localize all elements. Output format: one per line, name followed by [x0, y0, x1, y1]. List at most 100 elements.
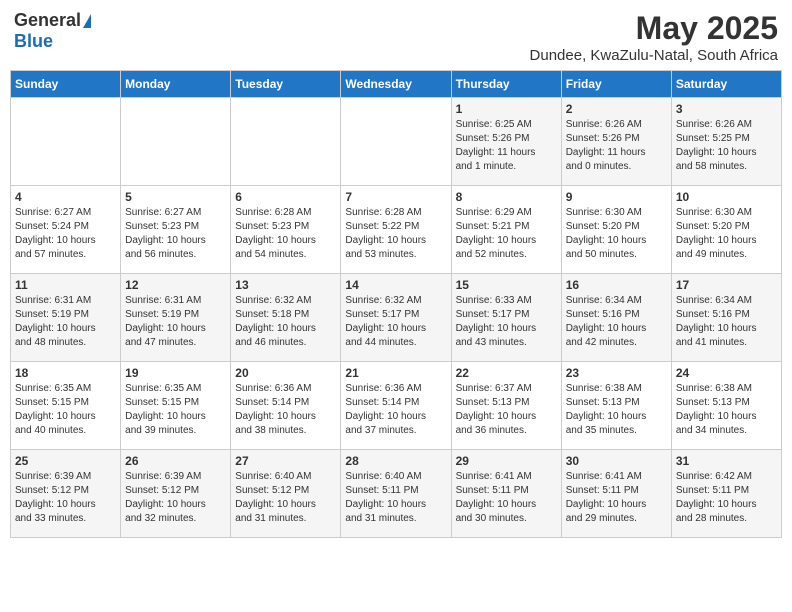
calendar-cell: 11 Sunrise: 6:31 AM Sunset: 5:19 PM Dayli… [11, 274, 121, 362]
day-info: Sunrise: 6:39 AM Sunset: 5:12 PM Dayligh… [15, 470, 116, 526]
week-row-5: 25 Sunrise: 6:39 AM Sunset: 5:12 PM Dayli… [11, 450, 782, 538]
calendar-cell: 23Sunrise: 6:38 AM Sunset: 5:13 PM Dayli… [561, 362, 671, 450]
logo-blue-text: Blue [14, 31, 53, 51]
week-row-1: 1Sunrise: 6:25 AM Sunset: 5:26 PM Daylig… [11, 98, 782, 186]
day-number: 25 [15, 454, 116, 468]
calendar-cell: 28Sunrise: 6:40 AM Sunset: 5:11 PM Dayli… [341, 450, 451, 538]
day-number: 5 [125, 190, 226, 204]
calendar-cell: 14 Sunrise: 6:32 AM Sunset: 5:17 PM Dayli… [341, 274, 451, 362]
day-number: 17 [676, 278, 777, 292]
day-info: Sunrise: 6:39 AM Sunset: 5:12 PM Dayligh… [125, 470, 226, 526]
calendar-cell: 17Sunrise: 6:34 AM Sunset: 5:16 PM Dayli… [671, 274, 781, 362]
day-info: Sunrise: 6:32 AM Sunset: 5:17 PM Dayligh… [345, 294, 446, 350]
calendar-cell: 24 Sunrise: 6:38 AM Sunset: 5:13 PM Dayli… [671, 362, 781, 450]
calendar-cell: 20 Sunrise: 6:36 AM Sunset: 5:14 PM Dayli… [231, 362, 341, 450]
calendar-table: SundayMondayTuesdayWednesdayThursdayFrid… [10, 70, 782, 538]
calendar-cell: 9 Sunrise: 6:30 AM Sunset: 5:20 PM Daylig… [561, 186, 671, 274]
title-area: May 2025 Dundee, KwaZulu-Natal, South Af… [530, 10, 778, 64]
calendar-cell: 4 Sunrise: 6:27 AM Sunset: 5:24 PM Daylig… [11, 186, 121, 274]
calendar-cell: 1Sunrise: 6:25 AM Sunset: 5:26 PM Daylig… [451, 98, 561, 186]
day-number: 31 [676, 454, 777, 468]
day-info: Sunrise: 6:36 AM Sunset: 5:14 PM Dayligh… [235, 382, 336, 438]
day-number: 14 [345, 278, 446, 292]
day-info: Sunrise: 6:38 AM Sunset: 5:13 PM Dayligh… [676, 382, 777, 438]
day-number: 22 [456, 366, 557, 380]
day-info: Sunrise: 6:26 AM Sunset: 5:26 PM Dayligh… [566, 118, 667, 174]
calendar-cell: 22 Sunrise: 6:37 AM Sunset: 5:13 PM Dayli… [451, 362, 561, 450]
day-number: 20 [235, 366, 336, 380]
calendar-cell: 16 Sunrise: 6:34 AM Sunset: 5:16 PM Dayli… [561, 274, 671, 362]
header-friday: Friday [561, 71, 671, 98]
logo-triangle-icon [83, 14, 91, 28]
calendar-cell: 6 Sunrise: 6:28 AM Sunset: 5:23 PM Daylig… [231, 186, 341, 274]
day-info: Sunrise: 6:35 AM Sunset: 5:15 PM Dayligh… [15, 382, 116, 438]
calendar-header-row: SundayMondayTuesdayWednesdayThursdayFrid… [11, 71, 782, 98]
day-info: Sunrise: 6:31 AM Sunset: 5:19 PM Dayligh… [125, 294, 226, 350]
day-number: 29 [456, 454, 557, 468]
day-info: Sunrise: 6:32 AM Sunset: 5:18 PM Dayligh… [235, 294, 336, 350]
day-number: 4 [15, 190, 116, 204]
day-number: 30 [566, 454, 667, 468]
day-number: 2 [566, 102, 667, 116]
day-info: Sunrise: 6:42 AM Sunset: 5:11 PM Dayligh… [676, 470, 777, 526]
header-thursday: Thursday [451, 71, 561, 98]
calendar-cell: 3Sunrise: 6:26 AM Sunset: 5:25 PM Daylig… [671, 98, 781, 186]
calendar-cell: 29Sunrise: 6:41 AM Sunset: 5:11 PM Dayli… [451, 450, 561, 538]
calendar-cell: 8 Sunrise: 6:29 AM Sunset: 5:21 PM Daylig… [451, 186, 561, 274]
day-info: Sunrise: 6:40 AM Sunset: 5:12 PM Dayligh… [235, 470, 336, 526]
header-saturday: Saturday [671, 71, 781, 98]
week-row-3: 11 Sunrise: 6:31 AM Sunset: 5:19 PM Dayli… [11, 274, 782, 362]
day-number: 18 [15, 366, 116, 380]
day-info: Sunrise: 6:26 AM Sunset: 5:25 PM Dayligh… [676, 118, 777, 174]
day-number: 16 [566, 278, 667, 292]
day-info: Sunrise: 6:27 AM Sunset: 5:23 PM Dayligh… [125, 206, 226, 262]
day-info: Sunrise: 6:41 AM Sunset: 5:11 PM Dayligh… [566, 470, 667, 526]
calendar-cell: 10Sunrise: 6:30 AM Sunset: 5:20 PM Dayli… [671, 186, 781, 274]
calendar-cell [11, 98, 121, 186]
calendar-cell: 2 Sunrise: 6:26 AM Sunset: 5:26 PM Daylig… [561, 98, 671, 186]
day-info: Sunrise: 6:37 AM Sunset: 5:13 PM Dayligh… [456, 382, 557, 438]
day-number: 10 [676, 190, 777, 204]
calendar-cell: 25 Sunrise: 6:39 AM Sunset: 5:12 PM Dayli… [11, 450, 121, 538]
day-number: 1 [456, 102, 557, 116]
calendar-cell: 5 Sunrise: 6:27 AM Sunset: 5:23 PM Daylig… [121, 186, 231, 274]
header-tuesday: Tuesday [231, 71, 341, 98]
calendar-cell: 7Sunrise: 6:28 AM Sunset: 5:22 PM Daylig… [341, 186, 451, 274]
day-info: Sunrise: 6:38 AM Sunset: 5:13 PM Dayligh… [566, 382, 667, 438]
calendar-cell: 31 Sunrise: 6:42 AM Sunset: 5:11 PM Dayli… [671, 450, 781, 538]
header-sunday: Sunday [11, 71, 121, 98]
day-number: 24 [676, 366, 777, 380]
calendar-cell [231, 98, 341, 186]
day-number: 27 [235, 454, 336, 468]
day-number: 12 [125, 278, 226, 292]
day-info: Sunrise: 6:40 AM Sunset: 5:11 PM Dayligh… [345, 470, 446, 526]
day-info: Sunrise: 6:36 AM Sunset: 5:14 PM Dayligh… [345, 382, 446, 438]
calendar-cell: 15 Sunrise: 6:33 AM Sunset: 5:17 PM Dayli… [451, 274, 561, 362]
day-number: 9 [566, 190, 667, 204]
calendar-cell: 26 Sunrise: 6:39 AM Sunset: 5:12 PM Dayli… [121, 450, 231, 538]
day-number: 6 [235, 190, 336, 204]
calendar-cell [341, 98, 451, 186]
day-number: 26 [125, 454, 226, 468]
day-info: Sunrise: 6:30 AM Sunset: 5:20 PM Dayligh… [566, 206, 667, 262]
header: General Blue May 2025 Dundee, KwaZulu-Na… [10, 10, 782, 64]
calendar-cell: 13 Sunrise: 6:32 AM Sunset: 5:18 PM Dayli… [231, 274, 341, 362]
day-info: Sunrise: 6:28 AM Sunset: 5:23 PM Dayligh… [235, 206, 336, 262]
day-info: Sunrise: 6:34 AM Sunset: 5:16 PM Dayligh… [566, 294, 667, 350]
day-info: Sunrise: 6:33 AM Sunset: 5:17 PM Dayligh… [456, 294, 557, 350]
day-info: Sunrise: 6:29 AM Sunset: 5:21 PM Dayligh… [456, 206, 557, 262]
day-number: 7 [345, 190, 446, 204]
logo: General Blue [14, 10, 91, 52]
day-number: 11 [15, 278, 116, 292]
header-wednesday: Wednesday [341, 71, 451, 98]
day-number: 15 [456, 278, 557, 292]
calendar-cell [121, 98, 231, 186]
day-info: Sunrise: 6:35 AM Sunset: 5:15 PM Dayligh… [125, 382, 226, 438]
day-number: 8 [456, 190, 557, 204]
day-number: 13 [235, 278, 336, 292]
day-info: Sunrise: 6:27 AM Sunset: 5:24 PM Dayligh… [15, 206, 116, 262]
day-info: Sunrise: 6:31 AM Sunset: 5:19 PM Dayligh… [15, 294, 116, 350]
calendar-cell: 27 Sunrise: 6:40 AM Sunset: 5:12 PM Dayli… [231, 450, 341, 538]
day-number: 21 [345, 366, 446, 380]
week-row-4: 18 Sunrise: 6:35 AM Sunset: 5:15 PM Dayli… [11, 362, 782, 450]
